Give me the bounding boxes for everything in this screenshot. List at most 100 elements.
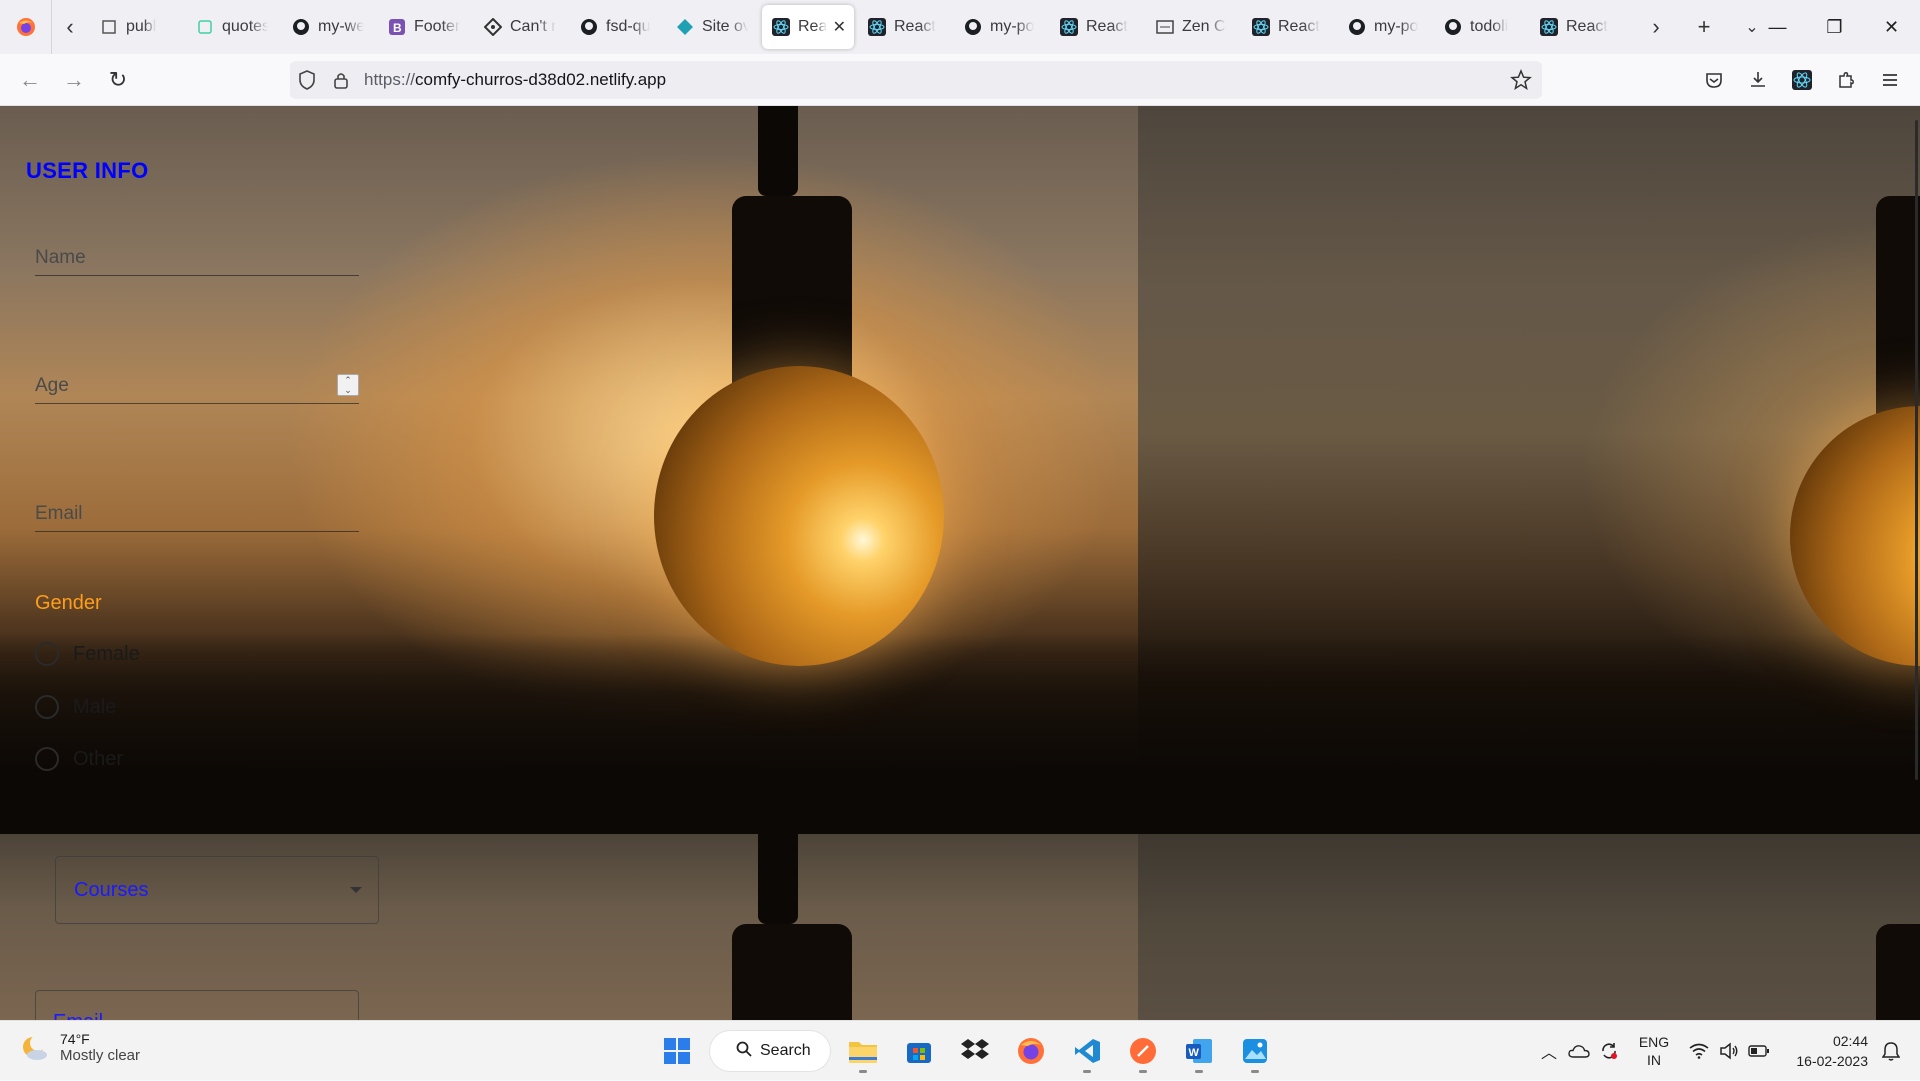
tab-label: React <box>1086 18 1128 35</box>
box-icon <box>100 18 118 36</box>
page-scrollbar[interactable] <box>1915 120 1918 780</box>
tab-11[interactable]: Zen C <box>1146 5 1238 49</box>
age-field[interactable]: ⌃⌄ <box>35 368 359 404</box>
url-text: https://comfy-churros-d38d02.netlify.app <box>364 70 666 90</box>
hamburger-icon <box>1883 74 1897 86</box>
gender-option-female[interactable]: Female <box>35 642 140 666</box>
pocket-button[interactable] <box>1692 58 1736 102</box>
tab-scroll-left-button[interactable]: ‹ <box>52 0 88 54</box>
tab-2[interactable]: my-web <box>282 5 374 49</box>
tab-label: React <box>1566 18 1608 35</box>
restore-button[interactable]: ❐ <box>1806 0 1863 54</box>
tab-list: publ quotes my-web B Footer Can't r fsd-… <box>88 5 1624 49</box>
notification-bell-icon[interactable] <box>1876 1036 1906 1066</box>
courses-select[interactable]: Courses <box>55 856 379 924</box>
close-tab-icon[interactable]: ✕ <box>833 17 846 37</box>
secondary-email-field[interactable]: Email <box>35 990 359 1020</box>
radio-button[interactable] <box>35 747 59 771</box>
onedrive-icon[interactable] <box>1564 1036 1594 1066</box>
weather-widget[interactable]: 74°F Mostly clear <box>20 1031 140 1064</box>
gender-option-other[interactable]: Other <box>35 747 123 771</box>
downloads-button[interactable] <box>1736 58 1780 102</box>
lock-icon[interactable] <box>324 71 358 89</box>
gender-label: Gender <box>35 592 102 614</box>
react-devtools-button[interactable] <box>1780 58 1824 102</box>
vscode-button[interactable] <box>1064 1029 1110 1073</box>
background-image-tile <box>0 106 1138 834</box>
tab-8[interactable]: React <box>858 5 950 49</box>
folder-icon <box>849 1042 877 1063</box>
tab-10[interactable]: React <box>1050 5 1142 49</box>
tab-label: my-web <box>318 18 364 35</box>
download-icon <box>1751 72 1765 87</box>
photos-button[interactable] <box>1232 1029 1278 1073</box>
puzzle-icon <box>1839 72 1854 88</box>
reload-button[interactable]: ↻ <box>96 58 140 102</box>
tab-15[interactable]: React <box>1530 5 1622 49</box>
svg-text:W: W <box>1189 1047 1200 1059</box>
language-indicator[interactable]: ENG IN <box>1624 1033 1684 1069</box>
windows-taskbar: 74°F Mostly clear Search W ︿ ENG IN 02:4… <box>0 1020 1920 1080</box>
language-code: ENG <box>1638 1034 1670 1050</box>
show-hidden-icons-button[interactable]: ︿ <box>1534 1036 1564 1066</box>
url-scheme: https:// <box>364 70 416 89</box>
tab-4[interactable]: Can't r <box>474 5 566 49</box>
word-button[interactable]: W <box>1176 1029 1222 1073</box>
email-field[interactable] <box>35 496 359 532</box>
tab-6[interactable]: Site ov <box>666 5 758 49</box>
restore-icon: ❐ <box>1826 16 1843 37</box>
courses-select-value: Courses <box>74 879 149 901</box>
tab-9[interactable]: my-po <box>954 5 1046 49</box>
sync-icon[interactable] <box>1594 1036 1624 1066</box>
clock[interactable]: 02:44 16-02-2023 <box>1774 1031 1868 1071</box>
forward-button[interactable]: → <box>52 58 96 102</box>
radio-button[interactable] <box>35 642 59 666</box>
battery-icon[interactable] <box>1744 1036 1774 1066</box>
minimize-button[interactable]: — <box>1749 0 1806 54</box>
radio-button[interactable] <box>35 695 59 719</box>
tab-3[interactable]: B Footer <box>378 5 470 49</box>
pocket-icon <box>1706 73 1722 88</box>
firefox-taskbar-button[interactable] <box>1008 1029 1054 1073</box>
microsoft-store-button[interactable] <box>896 1029 942 1073</box>
tab-7-active[interactable]: Rea ✕ <box>762 5 854 49</box>
age-input[interactable] <box>35 368 359 403</box>
stepper-up-icon: ⌃ <box>344 375 352 385</box>
postman-button[interactable] <box>1120 1029 1166 1073</box>
tab-12[interactable]: React <box>1242 5 1334 49</box>
tab-5[interactable]: fsd-qu <box>570 5 662 49</box>
wifi-icon[interactable] <box>1684 1036 1714 1066</box>
tab-13[interactable]: my-po <box>1338 5 1430 49</box>
start-button[interactable] <box>654 1029 700 1073</box>
tab-14[interactable]: todoli <box>1434 5 1526 49</box>
tab-0[interactable]: publ <box>90 5 182 49</box>
taskbar-search[interactable]: Search <box>710 1031 830 1071</box>
new-tab-button[interactable]: + <box>1680 0 1728 54</box>
tab-scroll-right-button[interactable]: › <box>1632 0 1680 54</box>
extensions-button[interactable] <box>1824 58 1868 102</box>
toolbar-right <box>1692 58 1912 102</box>
dropbox-button[interactable] <box>952 1029 998 1073</box>
back-button[interactable]: ← <box>8 58 52 102</box>
tab-label: Footer <box>414 18 460 35</box>
address-bar[interactable]: https://comfy-churros-d38d02.netlify.app <box>290 61 1542 99</box>
radio-label: Other <box>73 747 124 770</box>
email-input[interactable] <box>35 496 359 531</box>
chevron-left-icon: ‹ <box>66 14 74 39</box>
caret-down-icon <box>350 887 362 893</box>
weather-condition: Mostly clear <box>60 1047 141 1064</box>
firefox-view-button[interactable] <box>0 0 52 54</box>
name-field[interactable] <box>35 240 359 276</box>
name-input[interactable] <box>35 240 359 275</box>
radio-label: Female <box>73 642 140 665</box>
gender-option-male[interactable]: Male <box>35 695 116 719</box>
age-stepper[interactable]: ⌃ ⌄ <box>337 374 359 396</box>
bookmark-star-icon[interactable] <box>1510 69 1532 96</box>
app-menu-button[interactable] <box>1868 58 1912 102</box>
tab-1[interactable]: quotes <box>186 5 278 49</box>
codepen-icon <box>196 18 214 36</box>
close-window-button[interactable]: ✕ <box>1863 0 1920 54</box>
volume-icon[interactable] <box>1714 1036 1744 1066</box>
file-explorer-button[interactable] <box>840 1029 886 1073</box>
shield-icon[interactable] <box>290 70 324 90</box>
